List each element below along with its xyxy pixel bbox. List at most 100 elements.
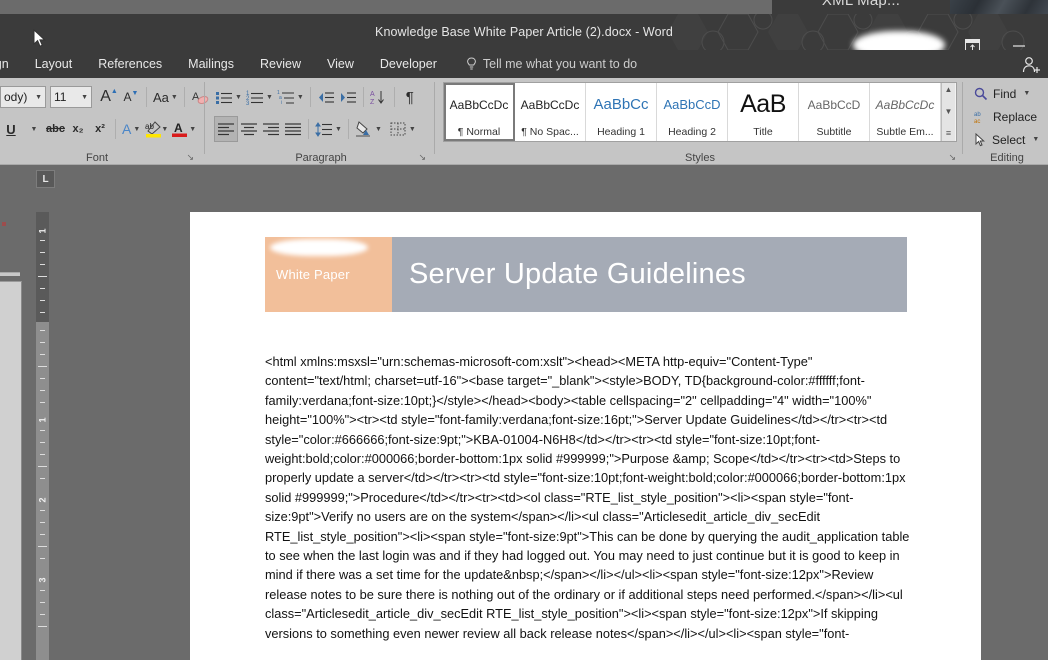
word-application-window: XML Map... Knowledge Base White Paper Ar…	[0, 0, 1048, 660]
vertical-ruler[interactable]: 1 1 2 3	[36, 212, 49, 660]
document-page[interactable]: White Paper Server Update Guidelines <ht…	[190, 212, 981, 660]
decrease-indent-icon[interactable]	[315, 84, 337, 110]
underline-icon[interactable]: U	[0, 116, 22, 142]
show-formatting-marks-icon[interactable]: ¶	[399, 84, 421, 110]
justify-icon[interactable]	[282, 116, 304, 142]
document-canvas[interactable]: White Paper Server Update Guidelines <ht…	[55, 192, 1048, 660]
line-spacing-icon[interactable]: ▼	[313, 116, 344, 142]
ribbon-display-options-icon[interactable]	[957, 28, 987, 50]
strikethrough-icon[interactable]: abc	[44, 116, 67, 142]
numbering-icon[interactable]: 123 ▼	[244, 84, 275, 110]
find-button[interactable]: Find ▼	[972, 82, 1039, 105]
divider	[204, 82, 205, 154]
xml-map-dialog-title: XML Map...	[821, 0, 901, 9]
tell-me-box[interactable]: Tell me what you want to do	[466, 57, 637, 71]
font-dialog-launcher[interactable]: ↘	[186, 152, 194, 163]
bullets-icon[interactable]: ▼	[214, 84, 244, 110]
xml-map-dialog-fragment[interactable]: XML Map...	[772, 0, 950, 14]
align-left-icon[interactable]	[214, 116, 238, 142]
ribbon-group-paragraph: ▼ 123 ▼ 1ai ▼ AZ ¶ ▼ ▼ ▼ Paragraph ↘	[210, 78, 432, 165]
change-case-icon[interactable]: Aa ▼	[151, 84, 180, 110]
title-bar: Knowledge Base White Paper Article (2).d…	[0, 14, 1048, 50]
style-preview: AaB	[740, 90, 786, 118]
tab-review[interactable]: Review	[247, 50, 314, 78]
tab-design[interactable]: ign	[0, 50, 22, 78]
styles-scroll-up-icon[interactable]: ▲	[945, 84, 953, 96]
background-window-sliver[interactable]	[0, 281, 22, 660]
ribbon-group-label-styles: Styles	[685, 152, 715, 164]
chevron-down-icon[interactable]: ▼	[1032, 136, 1039, 143]
underline-dropdown-icon[interactable]: ▼	[22, 116, 44, 142]
sort-icon[interactable]: AZ	[368, 84, 390, 110]
replace-button[interactable]: ab ac Replace	[972, 105, 1039, 128]
tab-stop-label: L	[42, 173, 49, 185]
style-item-heading-2[interactable]: AaBbCcD Heading 2	[657, 83, 728, 141]
style-item-subtitle[interactable]: AaBbCcD Subtitle	[799, 83, 870, 141]
divider	[183, 87, 185, 107]
divider	[434, 82, 435, 154]
svg-text:Z: Z	[370, 99, 375, 105]
multilevel-list-icon[interactable]: 1ai ▼	[275, 84, 306, 110]
grow-font-icon[interactable]: A ▲	[98, 84, 120, 110]
tab-developer[interactable]: Developer	[367, 50, 450, 78]
svg-text:A: A	[174, 121, 183, 135]
highlight-color-icon[interactable]: ab ▼	[142, 116, 168, 142]
clear-formatting-icon[interactable]: A	[189, 84, 211, 110]
search-icon	[974, 87, 988, 100]
style-name: Heading 2	[668, 126, 716, 138]
replace-label: Replace	[993, 109, 1038, 124]
styles-gallery-scrollbar[interactable]: ▲ ▼ ≡	[941, 83, 955, 141]
document-banner: White Paper Server Update Guidelines	[265, 237, 907, 312]
ribbon-group-editing: Find ▼ ab ac Replace Select ▼ Editing	[966, 78, 1048, 165]
select-button[interactable]: Select ▼	[972, 128, 1039, 151]
styles-more-icon[interactable]: ≡	[946, 127, 951, 140]
replace-icon: abac	[974, 112, 981, 124]
subscript-icon[interactable]: x₂	[67, 116, 89, 142]
text-effects-icon[interactable]: A ▼	[120, 116, 142, 142]
minimize-icon[interactable]	[1004, 28, 1034, 50]
chevron-down-icon[interactable]: ▼	[1023, 90, 1030, 97]
style-item-title[interactable]: AaB Title	[728, 83, 799, 141]
borders-icon[interactable]: ▼	[388, 116, 418, 142]
divider	[146, 87, 147, 107]
style-item-subtle-emphasis[interactable]: AaBbCcDᴄ Subtle Em...	[870, 83, 941, 141]
align-center-icon[interactable]	[238, 116, 260, 142]
chevron-down-icon[interactable]: ▼	[35, 94, 42, 101]
ribbon-tabs: ign Layout References Mailings Review Vi…	[0, 50, 1048, 78]
horizontal-ruler[interactable]: 1 2 3 4 5	[0, 166, 1048, 369]
style-item-no-spacing[interactable]: AaBbCcDc ¶ No Spac...	[515, 83, 586, 141]
find-label: Find	[993, 86, 1017, 101]
tab-layout[interactable]: Layout	[22, 50, 86, 78]
background-marker-dot	[2, 222, 6, 226]
superscript-icon[interactable]: x²	[89, 116, 111, 142]
person-add-icon[interactable]	[1020, 54, 1042, 76]
banner-kicker-label: White Paper	[276, 267, 350, 282]
paragraph-dialog-launcher[interactable]: ↘	[418, 152, 426, 163]
lightbulb-icon	[466, 57, 476, 70]
shading-icon[interactable]: ▼	[353, 116, 384, 142]
increase-indent-icon[interactable]	[337, 84, 359, 110]
font-color-icon[interactable]: A ▼	[170, 116, 198, 142]
svg-text:ac: ac	[974, 119, 980, 124]
svg-text:3: 3	[246, 101, 250, 105]
style-item-heading-1[interactable]: AaBbCᴄ Heading 1	[586, 83, 657, 141]
font-size-input[interactable]: 11 ▼	[50, 86, 92, 108]
chevron-down-icon[interactable]: ▼	[81, 94, 88, 101]
font-name-input[interactable]: ody) ▼	[0, 86, 46, 108]
svg-text:A: A	[370, 91, 375, 98]
style-item-normal[interactable]: AaBbCcDc ¶ Normal	[444, 83, 515, 141]
tab-references[interactable]: References	[85, 50, 175, 78]
styles-gallery[interactable]: AaBbCcDc ¶ Normal AaBbCcDc ¶ No Spac... …	[443, 82, 957, 142]
divider	[347, 119, 349, 139]
tab-view[interactable]: View	[314, 50, 367, 78]
background-window-titlebar-sliver	[0, 272, 20, 276]
styles-dialog-launcher[interactable]: ↘	[948, 152, 956, 163]
align-right-icon[interactable]	[260, 116, 282, 142]
document-body-text[interactable]: <html xmlns:msxsl="urn:schemas-microsoft…	[265, 352, 917, 643]
style-preview: AaBbCᴄ	[593, 96, 649, 113]
tab-stop-selector[interactable]: L	[36, 170, 55, 188]
style-name: ¶ No Spac...	[521, 126, 579, 138]
styles-scroll-down-icon[interactable]: ▼	[945, 106, 953, 118]
tab-mailings[interactable]: Mailings	[175, 50, 247, 78]
shrink-font-icon[interactable]: A ▼	[120, 84, 142, 110]
